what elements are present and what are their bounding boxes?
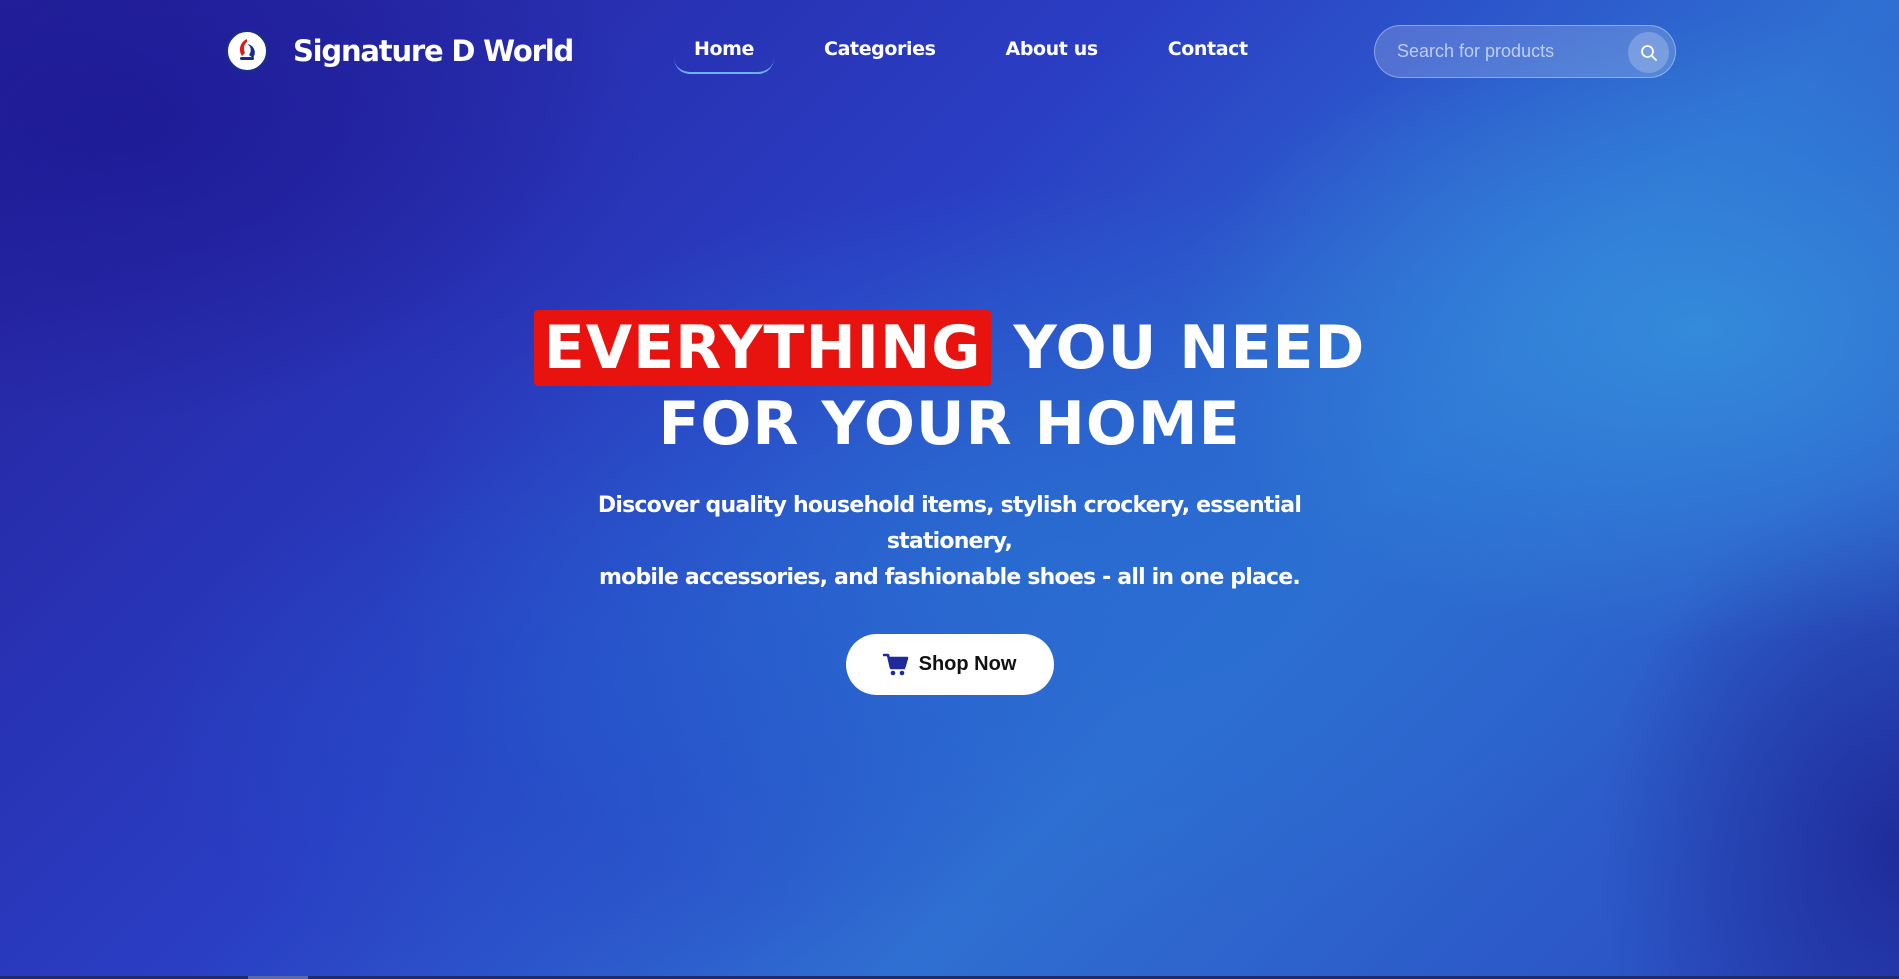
main-nav: Home Categories About us Contact <box>674 30 1298 74</box>
cart-icon <box>882 653 908 675</box>
hero-subtitle: Discover quality household items, stylis… <box>550 488 1350 596</box>
nav-about-us[interactable]: About us <box>986 30 1118 74</box>
brand[interactable]: Signature D World <box>225 28 574 74</box>
hero-subtitle-line2: mobile accessories, and fashionable shoe… <box>599 565 1301 590</box>
logo <box>225 29 269 73</box>
nav-home[interactable]: Home <box>674 30 775 74</box>
hero-subtitle-line1: Discover quality household items, stylis… <box>597 493 1302 554</box>
search-bar <box>1374 25 1676 78</box>
hero-title: EVERYTHING YOU NEED FOR YOUR HOME <box>0 310 1899 462</box>
hero-title-line2: FOR YOUR HOME <box>658 389 1241 459</box>
brand-name: Signature D World <box>293 34 574 68</box>
shop-now-label: Shop Now <box>918 653 1017 675</box>
search-input[interactable] <box>1375 41 1615 62</box>
search-button[interactable] <box>1628 32 1669 73</box>
search-icon <box>1640 44 1657 61</box>
hero-title-highlight: EVERYTHING <box>533 310 992 386</box>
logo-icon <box>239 39 255 60</box>
nav-categories[interactable]: Categories <box>804 30 955 74</box>
shop-now-button[interactable]: Shop Now <box>845 634 1054 695</box>
hero-title-rest: YOU NEED <box>991 313 1366 383</box>
hero-section: EVERYTHING YOU NEED FOR YOUR HOME Discov… <box>0 310 1899 695</box>
site-header: Signature D World Home Categories About … <box>0 0 1899 100</box>
nav-contact[interactable]: Contact <box>1148 30 1268 74</box>
